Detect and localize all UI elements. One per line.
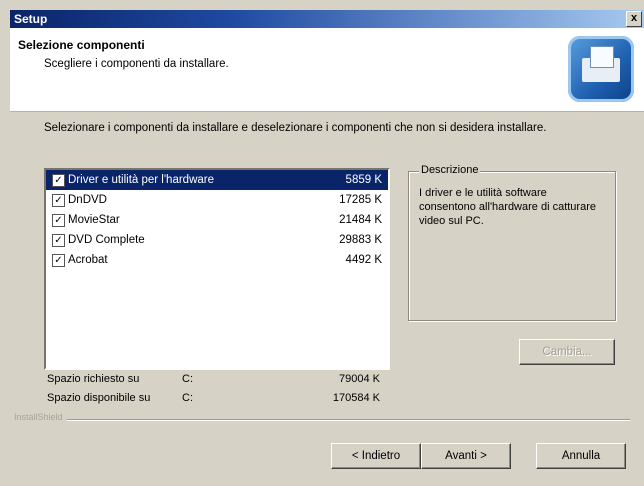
component-label: DVD Complete [68,234,145,246]
description-groupbox: Descrizione I driver e le utilità softwa… [408,164,616,321]
component-item[interactable]: ✓ DVD Complete 29883 K [46,230,388,250]
checkbox-checked-icon[interactable]: ✓ [52,254,65,267]
component-size: 21484 K [339,214,382,226]
installshield-brand: InstallShield [14,412,67,422]
description-legend: Descrizione [419,164,481,176]
cancel-button[interactable]: Annulla [536,443,626,469]
space-available-label: Spazio disponibile su [47,392,151,404]
component-size: 5859 K [345,174,382,186]
next-button[interactable]: Avanti > [421,443,511,469]
space-required-label: Spazio richiesto su [47,373,140,385]
space-available-drive: C: [182,392,193,404]
wizard-header: Selezione componenti Scegliere i compone… [10,28,644,112]
setup-computer-icon [568,36,634,102]
component-label: Driver e utilità per l'hardware [68,174,215,186]
component-size: 17285 K [339,194,382,206]
description-text: I driver e le utilità software consenton… [419,187,596,227]
checkbox-checked-icon[interactable]: ✓ [52,214,65,227]
page-subtitle: Scegliere i componenti da installare. [44,58,229,70]
space-available-value: 170584 K [332,392,380,404]
separator-line [14,419,630,421]
space-required-value: 79004 K [339,373,380,385]
change-button[interactable]: Cambia... [519,339,615,365]
checkbox-checked-icon[interactable]: ✓ [52,194,65,207]
checkbox-checked-icon[interactable]: ✓ [52,174,65,187]
component-size: 4492 K [345,254,382,266]
component-item[interactable]: ✓ Acrobat 4492 K [46,250,388,270]
component-size: 29883 K [339,234,382,246]
checkbox-checked-icon[interactable]: ✓ [52,234,65,247]
window-title: Setup [14,12,48,26]
page-title: Selezione componenti [18,38,145,52]
instructions-text: Selezionare i componenti da installare e… [44,122,547,134]
component-label: DnDVD [68,194,107,206]
component-label: Acrobat [68,254,108,266]
component-label: MovieStar [68,214,120,226]
component-item[interactable]: ✓ Driver e utilità per l'hardware 5859 K [46,170,388,190]
back-button[interactable]: < Indietro [331,443,421,469]
title-bar[interactable]: Setup x [10,10,644,28]
close-button[interactable]: x [626,11,642,27]
component-item[interactable]: ✓ MovieStar 21484 K [46,210,388,230]
setup-window: Setup x Selezione componenti Scegliere i… [0,0,644,486]
component-item[interactable]: ✓ DnDVD 17285 K [46,190,388,210]
components-list[interactable]: ✓ Driver e utilità per l'hardware 5859 K… [44,168,390,370]
space-required-drive: C: [182,373,193,385]
